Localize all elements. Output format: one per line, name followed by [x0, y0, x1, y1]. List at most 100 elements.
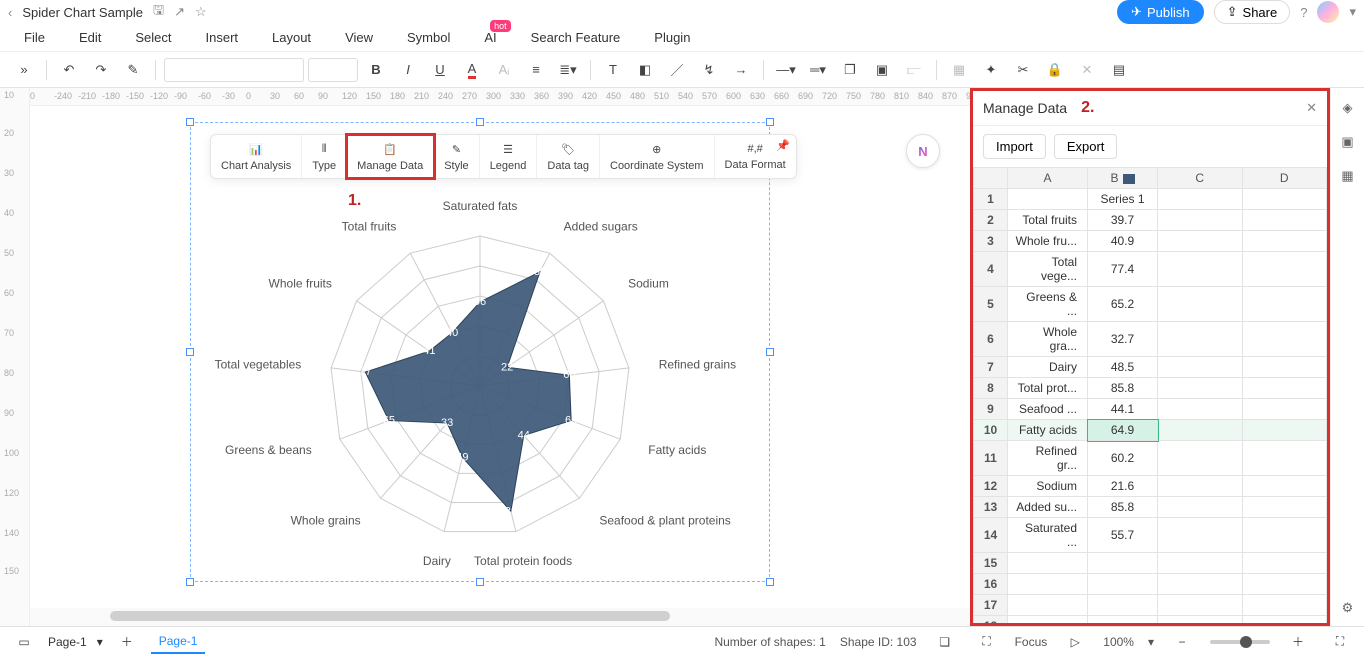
crop-icon[interactable]: ✂: [1009, 56, 1037, 84]
font-color-icon[interactable]: A: [458, 56, 486, 84]
row-17[interactable]: 17: [974, 595, 1008, 616]
zoom-out-icon[interactable]: −: [1168, 628, 1196, 656]
back-icon[interactable]: ‹: [8, 5, 12, 20]
bold-icon[interactable]: B: [362, 56, 390, 84]
arrow-icon[interactable]: →: [727, 56, 755, 84]
radar-chart[interactable]: Saturated fatsAdded sugarsSodiumRefined …: [280, 186, 680, 586]
row-4[interactable]: 4: [974, 252, 1008, 287]
row-2[interactable]: 2: [974, 210, 1008, 231]
cell-b-16[interactable]: [1088, 574, 1158, 595]
cell-a-4[interactable]: Total vege...: [1008, 252, 1088, 287]
star-icon[interactable]: ☆: [195, 4, 207, 20]
play-icon[interactable]: ▷: [1061, 628, 1089, 656]
cell-a-12[interactable]: Sodium: [1008, 476, 1088, 497]
cell-a-10[interactable]: Fatty acids: [1008, 420, 1088, 441]
line-spacing-icon[interactable]: ≣▾: [554, 56, 582, 84]
text-tool-icon[interactable]: T: [599, 56, 627, 84]
apps-icon[interactable]: ▦: [1341, 168, 1353, 184]
menu-view[interactable]: View: [345, 30, 373, 45]
line-style-icon[interactable]: —▾: [772, 56, 800, 84]
cell-a-14[interactable]: Saturated ...: [1008, 518, 1088, 553]
format-painter-icon[interactable]: ✎: [119, 56, 147, 84]
page-select[interactable]: Page-1: [48, 635, 87, 649]
redo-icon[interactable]: ↷: [87, 56, 115, 84]
font-size-select[interactable]: [308, 58, 358, 82]
menu-ai[interactable]: AIhot: [484, 30, 496, 45]
cell-a-1[interactable]: [1008, 189, 1088, 210]
table-icon[interactable]: ▤: [1105, 56, 1133, 84]
cell-a-11[interactable]: Refined gr...: [1008, 441, 1088, 476]
export-button[interactable]: Export: [1054, 134, 1118, 159]
pages-icon[interactable]: ▭: [10, 628, 38, 656]
menu-select[interactable]: Select: [135, 30, 171, 45]
cell-b-4[interactable]: 77.4: [1088, 252, 1158, 287]
chart-toolbar-legend[interactable]: ☰Legend: [480, 135, 538, 178]
chart-toolbar-coordinate-system[interactable]: ⊕Coordinate System: [600, 135, 715, 178]
horizontal-scrollbar[interactable]: [30, 608, 970, 626]
expand-icon[interactable]: »: [10, 56, 38, 84]
chart-toolbar-style[interactable]: ✎Style: [434, 135, 479, 178]
focus-frame-icon[interactable]: ⛶: [973, 628, 1001, 656]
chevron-down-icon[interactable]: ▾: [1349, 4, 1356, 20]
menu-file[interactable]: File: [24, 30, 45, 45]
cell-b-5[interactable]: 65.2: [1088, 287, 1158, 322]
cell-a-15[interactable]: [1008, 553, 1088, 574]
cell-b-8[interactable]: 85.8: [1088, 378, 1158, 399]
col-D[interactable]: D: [1242, 168, 1327, 189]
row-8[interactable]: 8: [974, 378, 1008, 399]
row-7[interactable]: 7: [974, 357, 1008, 378]
cell-b-3[interactable]: 40.9: [1088, 231, 1158, 252]
menu-insert[interactable]: Insert: [206, 30, 239, 45]
add-page-icon[interactable]: ＋: [113, 628, 141, 656]
col-B[interactable]: B: [1088, 168, 1158, 189]
connector-icon[interactable]: ↯: [695, 56, 723, 84]
save-icon[interactable]: 🖫: [153, 1, 164, 23]
cell-a-2[interactable]: Total fruits: [1008, 210, 1088, 231]
canvas[interactable]: 📌 📊Chart Analysis⫴Type📋Manage Data✎Style…: [30, 106, 970, 608]
menu-edit[interactable]: Edit: [79, 30, 101, 45]
row-5[interactable]: 5: [974, 287, 1008, 322]
zoom-level[interactable]: 100%: [1103, 635, 1134, 649]
publish-button[interactable]: ✈Publish: [1117, 0, 1204, 24]
settings-slider-icon[interactable]: ⚙: [1342, 600, 1354, 616]
zoom-in-icon[interactable]: ＋: [1284, 628, 1312, 656]
cell-b-14[interactable]: 55.7: [1088, 518, 1158, 553]
zoom-slider[interactable]: [1210, 640, 1270, 644]
page-select-chevron-icon[interactable]: ▾: [97, 635, 103, 649]
cell-a-7[interactable]: Dairy: [1008, 357, 1088, 378]
row-3[interactable]: 3: [974, 231, 1008, 252]
undo-icon[interactable]: ↶: [55, 56, 83, 84]
cell-a-13[interactable]: Added su...: [1008, 497, 1088, 518]
cell-a-17[interactable]: [1008, 595, 1088, 616]
cell-a-9[interactable]: Seafood ...: [1008, 399, 1088, 420]
underline-icon[interactable]: U: [426, 56, 454, 84]
group-icon[interactable]: ▣: [868, 56, 896, 84]
page-tab[interactable]: Page-1: [151, 630, 206, 654]
row-14[interactable]: 14: [974, 518, 1008, 553]
row-15[interactable]: 15: [974, 553, 1008, 574]
layers-status-icon[interactable]: ❏: [931, 628, 959, 656]
help-icon[interactable]: ?: [1300, 5, 1307, 20]
cell-b-12[interactable]: 21.6: [1088, 476, 1158, 497]
menu-search-feature[interactable]: Search Feature: [531, 30, 621, 45]
row-11[interactable]: 11: [974, 441, 1008, 476]
cell-a-3[interactable]: Whole fru...: [1008, 231, 1088, 252]
cell-a-18[interactable]: [1008, 616, 1088, 624]
open-external-icon[interactable]: ↗: [174, 4, 185, 20]
row-12[interactable]: 12: [974, 476, 1008, 497]
avatar[interactable]: [1317, 1, 1339, 23]
pin-icon[interactable]: 📌: [776, 139, 790, 152]
cell-b-10[interactable]: 64.9: [1088, 420, 1158, 441]
row-9[interactable]: 9: [974, 399, 1008, 420]
focus-label[interactable]: Focus: [1015, 635, 1048, 649]
cell-b-9[interactable]: 44.1: [1088, 399, 1158, 420]
row-1[interactable]: 1: [974, 189, 1008, 210]
chart-toolbar-type[interactable]: ⫴Type: [302, 135, 347, 178]
share-button[interactable]: ⇪Share: [1214, 0, 1291, 24]
menu-symbol[interactable]: Symbol: [407, 30, 450, 45]
col-A[interactable]: A: [1008, 168, 1088, 189]
chart-toolbar-data-tag[interactable]: 🏷Data tag: [537, 135, 600, 178]
cell-b-7[interactable]: 48.5: [1088, 357, 1158, 378]
fullscreen-icon[interactable]: ⛶: [1326, 628, 1354, 656]
cell-b-18[interactable]: [1088, 616, 1158, 624]
